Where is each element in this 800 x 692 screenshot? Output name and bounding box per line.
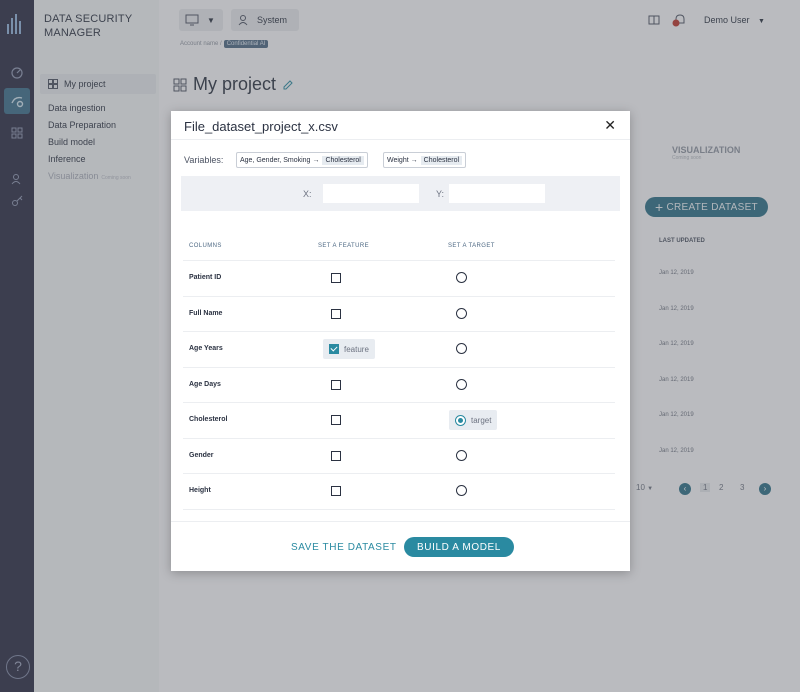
table-row: Patient ID: [183, 260, 615, 296]
close-icon[interactable]: ✕: [604, 117, 616, 134]
variable-source: Age, Gender, Smoking: [240, 156, 311, 164]
x-field[interactable]: [323, 184, 419, 203]
target-radio[interactable]: [456, 343, 467, 354]
table-row: Age Years feature: [183, 331, 615, 367]
target-radio[interactable]: [456, 485, 467, 496]
radio-dot-icon: [455, 414, 466, 426]
variable-source: Weight: [387, 156, 409, 164]
checkmark-icon: [329, 344, 339, 354]
xy-panel: X: Y:: [181, 176, 620, 211]
variable-target: Cholesterol: [420, 155, 463, 165]
column-name: Age Days: [189, 381, 221, 388]
target-pill-label: target: [471, 415, 492, 425]
table-row: Gender: [183, 438, 615, 474]
y-label: Y:: [436, 189, 445, 199]
feature-checkbox[interactable]: [331, 451, 341, 461]
column-name: Full Name: [189, 310, 223, 317]
table-row: Cholesterol target: [183, 402, 615, 438]
variable-chip[interactable]: Weight → Cholesterol: [383, 152, 467, 168]
column-name: Gender: [189, 452, 214, 459]
header-set-feature: SET A FEATURE: [318, 243, 369, 249]
table-row: Age Days: [183, 367, 615, 403]
save-dataset-button[interactable]: SAVE THE DATASET: [291, 542, 397, 553]
target-radio[interactable]: [456, 450, 467, 461]
column-name: Age Years: [189, 345, 223, 352]
feature-checkbox-checked[interactable]: feature: [323, 339, 375, 359]
arrow-right-icon: →: [312, 156, 320, 164]
feature-checkbox[interactable]: [331, 486, 341, 496]
column-name: Height: [189, 487, 211, 494]
arrow-right-icon: →: [410, 156, 418, 164]
y-field[interactable]: [449, 184, 545, 203]
divider: [171, 521, 630, 522]
feature-checkbox[interactable]: [331, 415, 341, 425]
header-columns: COLUMNS: [189, 243, 222, 249]
variable-chip[interactable]: Age, Gender, Smoking → Cholesterol: [236, 152, 368, 168]
variables-label: Variables:: [184, 155, 224, 165]
modal-title: File_dataset_project_x.csv: [184, 119, 338, 134]
dataset-modal: File_dataset_project_x.csv ✕ Variables: …: [171, 111, 630, 571]
target-radio[interactable]: [456, 308, 467, 319]
target-radio[interactable]: [456, 379, 467, 390]
x-label: X:: [303, 189, 312, 199]
column-name: Cholesterol: [189, 416, 228, 423]
column-name: Patient ID: [189, 274, 222, 281]
variable-target: Cholesterol: [322, 155, 364, 165]
table-row: Full Name: [183, 296, 615, 332]
divider: [183, 509, 615, 510]
header-set-target: SET A TARGET: [448, 243, 495, 249]
divider: [171, 139, 630, 140]
feature-checkbox[interactable]: [331, 309, 341, 319]
feature-checkbox[interactable]: [331, 273, 341, 283]
feature-checkbox[interactable]: [331, 380, 341, 390]
feature-pill-label: feature: [344, 344, 369, 354]
target-radio-selected[interactable]: target: [449, 410, 498, 430]
build-model-button[interactable]: BUILD A MODEL: [404, 537, 514, 557]
target-radio[interactable]: [456, 272, 467, 283]
table-row: Height: [183, 473, 615, 509]
